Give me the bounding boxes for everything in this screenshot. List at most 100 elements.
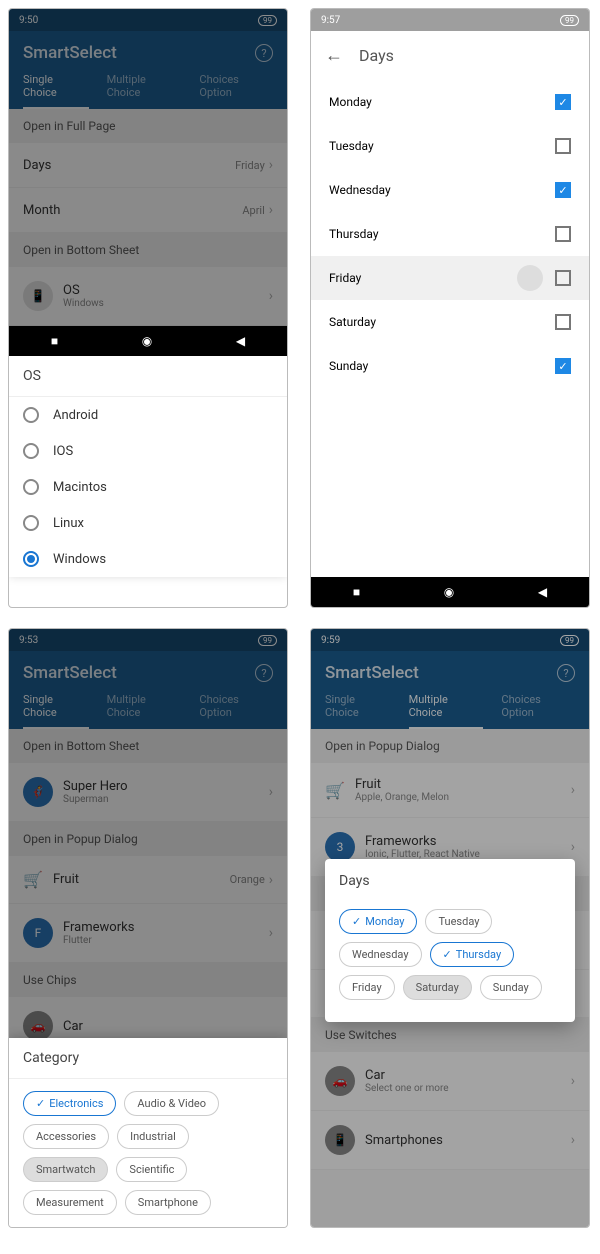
check-tuesday[interactable]: Tuesday — [311, 124, 589, 168]
option-ios[interactable]: IOS — [9, 433, 287, 469]
tab-single-choice[interactable]: Single Choice — [23, 73, 89, 109]
checkbox-icon — [555, 138, 571, 154]
section-header: Open in Bottom Sheet — [9, 233, 287, 267]
chevron-right-icon: › — [269, 202, 273, 218]
android-nav-bar: ■ ◉ ◀ — [9, 326, 287, 356]
avatar-icon: F — [23, 918, 53, 948]
status-bar: 9:53 99 — [9, 629, 287, 651]
recent-apps-icon[interactable]: ■ — [353, 585, 360, 599]
row-month[interactable]: Month April› — [9, 188, 287, 233]
dialog-days: Days ✓Monday Tuesday Wednesday ✓Thursday… — [325, 859, 575, 1022]
help-icon[interactable]: ? — [255, 44, 273, 62]
status-bar: 9:57 99 — [311, 9, 589, 31]
section-header: Open in Full Page — [9, 109, 287, 143]
radio-icon — [23, 515, 39, 531]
app-title: SmartSelect — [23, 663, 117, 683]
check-sunday[interactable]: Sunday✓ — [311, 344, 589, 388]
check-wednesday[interactable]: Wednesday✓ — [311, 168, 589, 212]
check-monday[interactable]: Monday✓ — [311, 80, 589, 124]
option-macintos[interactable]: Macintos — [9, 469, 287, 505]
row-fruit[interactable]: 🛒Fruit Orange› — [9, 856, 287, 904]
option-linux[interactable]: Linux — [9, 505, 287, 541]
chevron-right-icon: › — [269, 784, 273, 800]
dialog-title: Days — [325, 859, 575, 897]
tab-choices-option[interactable]: Choices Option — [199, 73, 273, 109]
check-thursday[interactable]: Thursday — [311, 212, 589, 256]
os-icon: 📱 — [23, 281, 53, 311]
radio-icon — [23, 443, 39, 459]
back-icon[interactable]: ◀ — [236, 334, 245, 348]
chip-sunday[interactable]: Sunday — [480, 975, 542, 1000]
check-icon: ✓ — [36, 1097, 45, 1110]
section-header: Open in Popup Dialog — [9, 822, 287, 856]
chevron-right-icon: › — [269, 872, 273, 888]
avatar-icon: 🦸 — [23, 777, 53, 807]
chip-friday[interactable]: Friday — [339, 975, 395, 1000]
tab-bar: Single Choice Multiple Choice Choices Op… — [23, 683, 273, 729]
chip-tuesday[interactable]: Tuesday — [425, 909, 492, 934]
screen-category-chips: 9:53 99 SmartSelect ? Single Choice Mult… — [8, 628, 288, 1228]
back-icon[interactable]: ◀ — [538, 585, 547, 599]
recent-apps-icon[interactable]: ■ — [51, 334, 58, 348]
section-header: Use Chips — [9, 963, 287, 997]
tab-bar: Single Choice Multiple Choice Choices Op… — [23, 63, 273, 109]
status-bar: 9:50 99 — [9, 9, 287, 31]
chip-accessories[interactable]: Accessories — [23, 1124, 109, 1149]
chip-saturday[interactable]: Saturday — [403, 975, 472, 1000]
back-arrow-icon[interactable]: ← — [325, 45, 343, 66]
chip-electronics[interactable]: ✓Electronics — [23, 1091, 116, 1116]
row-os[interactable]: 📱 OS Windows › — [9, 267, 287, 326]
radio-icon — [23, 551, 39, 567]
chip-scientific[interactable]: Scientific — [116, 1157, 187, 1182]
app-bar: ← Days — [311, 31, 589, 80]
checkbox-icon — [555, 226, 571, 242]
tab-multiple-choice[interactable]: Multiple Choice — [107, 73, 182, 109]
chip-industrial[interactable]: Industrial — [117, 1124, 189, 1149]
screen-os-bottom-sheet: 9:50 99 SmartSelect ? Single Choice Mult… — [8, 8, 288, 608]
bottom-sheet-os: OS Android IOS Macintos Linux Windows — [9, 356, 287, 577]
check-icon: ✓ — [352, 915, 361, 928]
status-time: 9:57 — [321, 15, 340, 26]
section-header: Open in Bottom Sheet — [9, 729, 287, 763]
chip-wednesday[interactable]: Wednesday — [339, 942, 422, 967]
row-super-hero[interactable]: 🦸Super HeroSuperman › — [9, 763, 287, 822]
page-title: Days — [359, 46, 394, 65]
tab-multiple-choice[interactable]: Multiple Choice — [107, 693, 182, 729]
row-frameworks[interactable]: FFrameworksFlutter › — [9, 904, 287, 963]
touch-ripple — [517, 265, 543, 291]
check-saturday[interactable]: Saturday — [311, 300, 589, 344]
chip-audio-video[interactable]: Audio & Video — [124, 1091, 219, 1116]
tab-single-choice[interactable]: Single Choice — [23, 693, 89, 729]
chevron-right-icon: › — [269, 925, 273, 941]
android-nav-bar: ■ ◉ ◀ — [311, 577, 589, 607]
status-time: 9:50 — [19, 15, 38, 26]
chevron-right-icon: › — [269, 288, 273, 304]
checkbox-icon: ✓ — [555, 182, 571, 198]
screen-days-fullpage: 9:57 99 ← Days Monday✓ Tuesday Wednesday… — [310, 8, 590, 608]
chevron-right-icon: › — [269, 157, 273, 173]
checkbox-icon — [555, 270, 571, 286]
sheet-title: OS — [9, 356, 287, 397]
home-icon[interactable]: ◉ — [142, 334, 152, 348]
option-windows[interactable]: Windows — [9, 541, 287, 577]
radio-icon — [23, 479, 39, 495]
check-friday[interactable]: Friday — [311, 256, 589, 300]
sheet-title: Category — [9, 1038, 287, 1079]
chip-measurement[interactable]: Measurement — [23, 1190, 117, 1215]
row-days[interactable]: Days Friday› — [9, 143, 287, 188]
home-icon[interactable]: ◉ — [444, 585, 454, 599]
chip-monday[interactable]: ✓Monday — [339, 909, 417, 934]
app-title: SmartSelect — [23, 43, 117, 63]
tab-choices-option[interactable]: Choices Option — [199, 693, 273, 729]
chip-smartwatch[interactable]: Smartwatch — [23, 1157, 108, 1182]
option-android[interactable]: Android — [9, 397, 287, 433]
chip-smartphone[interactable]: Smartphone — [125, 1190, 211, 1215]
screen-days-dialog: 9:59 99 SmartSelect ? Single Choice Mult… — [310, 628, 590, 1228]
help-icon[interactable]: ? — [255, 664, 273, 682]
checkbox-icon: ✓ — [555, 94, 571, 110]
chip-thursday[interactable]: ✓Thursday — [430, 942, 515, 967]
checkbox-icon — [555, 314, 571, 330]
cart-icon: 🛒 — [23, 870, 53, 889]
status-icons: 99 — [258, 15, 277, 26]
status-icons: 99 — [258, 635, 277, 646]
